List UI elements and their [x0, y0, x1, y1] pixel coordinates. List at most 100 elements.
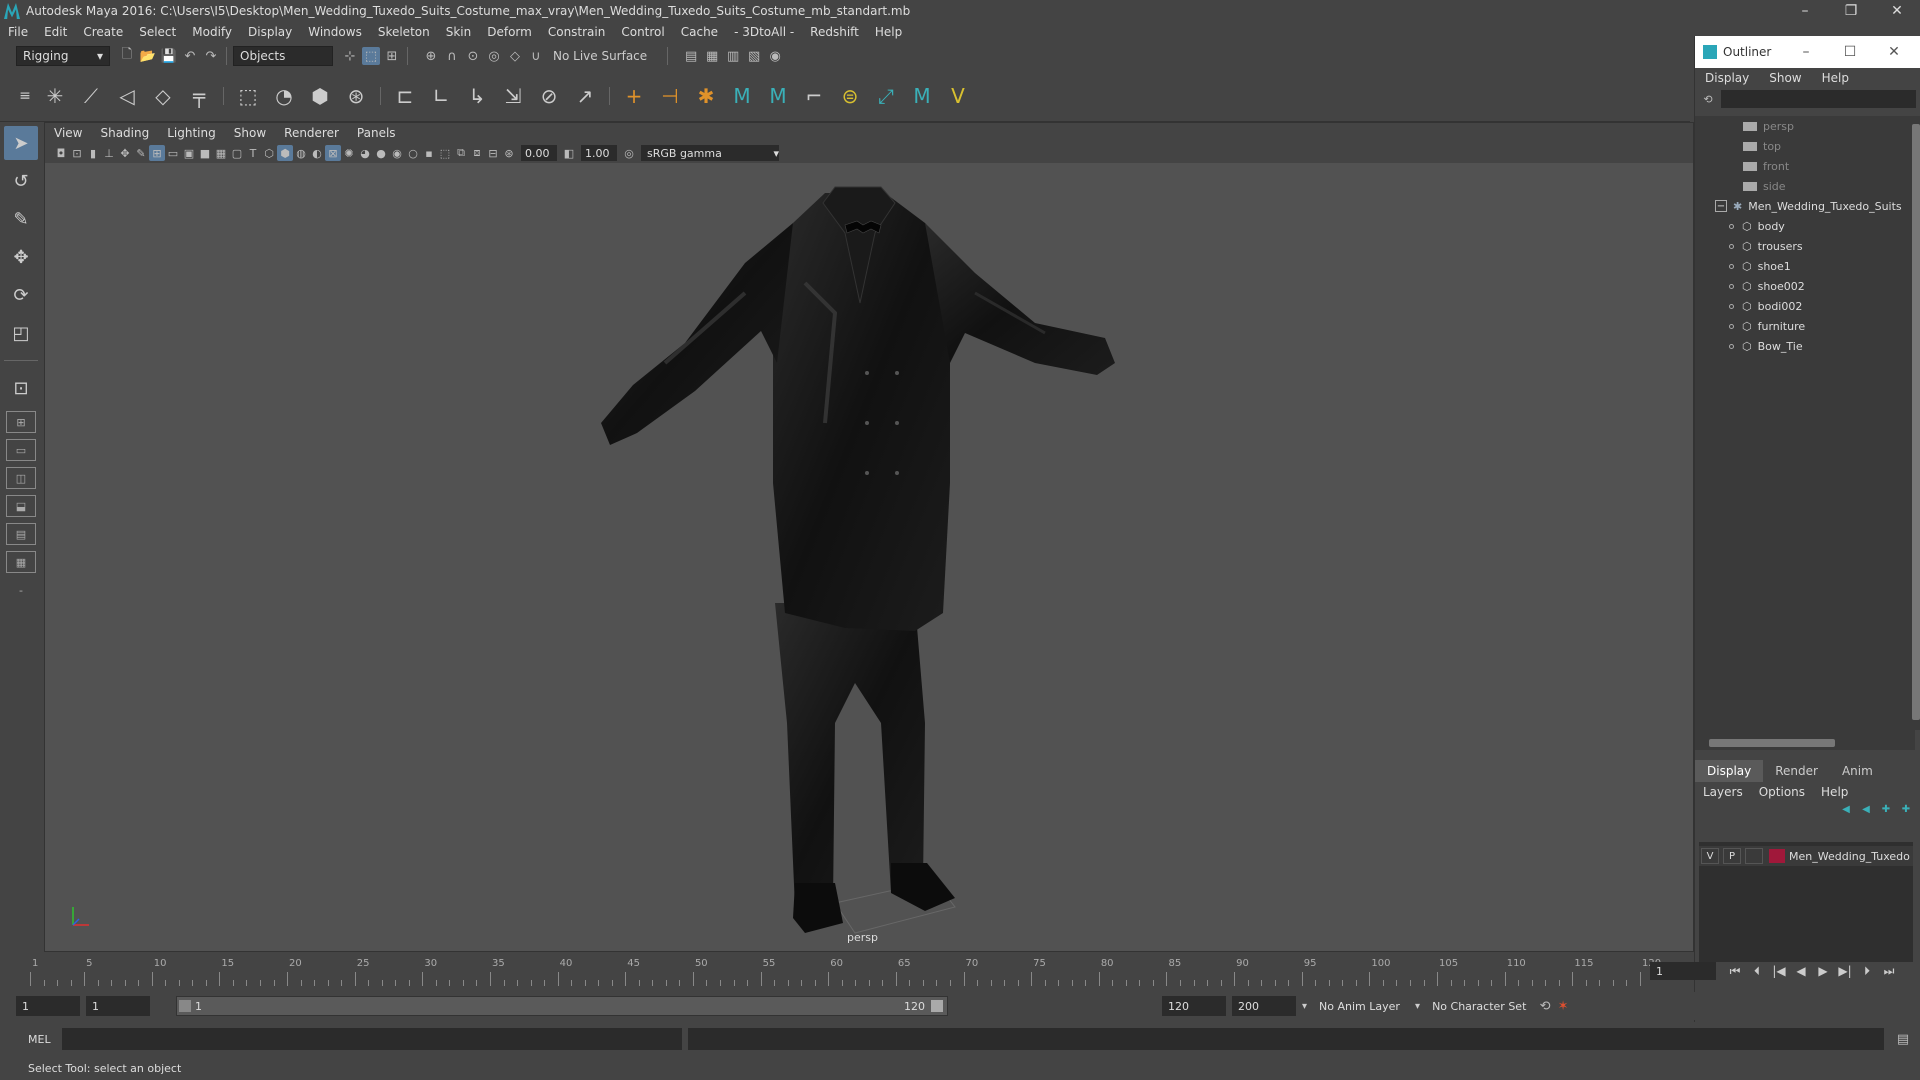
move-layer-up-icon[interactable]: ◀	[1839, 802, 1853, 816]
smooth-shade-icon[interactable]: ⬢	[277, 145, 293, 161]
outliner-item-front[interactable]: front	[1695, 156, 1915, 176]
depth-of-field-icon[interactable]: ▪	[421, 145, 437, 161]
anti-alias-icon[interactable]: ○	[405, 145, 421, 161]
outliner-item-side[interactable]: side	[1695, 176, 1915, 196]
chevron-down-icon[interactable]: ▾	[1415, 1001, 1420, 1012]
scale-tool-icon[interactable]: ◰	[4, 316, 38, 350]
outliner-item-body[interactable]: ⬡ body	[1695, 216, 1915, 236]
smooth-bind-icon[interactable]: ◔	[269, 81, 299, 111]
2d-pan-icon[interactable]: ✥	[117, 145, 133, 161]
menu-edit[interactable]: Edit	[36, 25, 75, 39]
save-scene-icon[interactable]: 💾	[160, 47, 178, 65]
rotate-tool-icon[interactable]: ⟳	[4, 278, 38, 312]
shadows-icon[interactable]: ◕	[357, 145, 373, 161]
maya-plugin-icon[interactable]: M	[727, 81, 757, 111]
play-forward-icon[interactable]: ▶	[1814, 962, 1832, 980]
maya-plugin-3-icon[interactable]: M	[907, 81, 937, 111]
orient-constraint-icon[interactable]: ↳	[462, 81, 492, 111]
grease-pencil-icon[interactable]: ✎	[133, 145, 149, 161]
motion-blur-icon[interactable]: ◉	[389, 145, 405, 161]
outliner-horizontal-scrollbar[interactable]	[1695, 736, 1915, 750]
rig-bone-icon[interactable]: ✱	[691, 81, 721, 111]
xray-joints-icon[interactable]: ⧈	[469, 145, 485, 161]
layout-four-view-icon[interactable]: ⊞	[6, 411, 36, 433]
parent-constraint-icon[interactable]: ⊘	[534, 81, 564, 111]
command-input[interactable]	[62, 1028, 682, 1050]
range-start-handle[interactable]	[179, 1000, 191, 1012]
layout-two-side-icon[interactable]: ◫	[6, 467, 36, 489]
snap-point-icon[interactable]: ⊙	[464, 47, 482, 65]
current-frame-field[interactable]: 1	[1650, 962, 1716, 980]
open-scene-icon[interactable]: 📂	[139, 47, 157, 65]
xray-components-icon[interactable]: ⊟	[485, 145, 501, 161]
command-language-label[interactable]: MEL	[0, 1033, 56, 1046]
step-forward-frame-icon[interactable]: ▶|	[1836, 962, 1854, 980]
anim-layer-dropdown[interactable]: No Anim Layer	[1313, 996, 1413, 1016]
collapse-toggle-icon[interactable]: −	[1715, 200, 1727, 212]
auto-key-icon[interactable]: ⟲	[1536, 997, 1554, 1015]
animation-start-field[interactable]: 1	[16, 996, 80, 1016]
select-hierarchy-icon[interactable]: ⊹	[341, 47, 359, 65]
scrollbar-thumb[interactable]	[1912, 124, 1920, 720]
wireframe-icon[interactable]: ⬡	[261, 145, 277, 161]
animation-end-field[interactable]: 200	[1232, 996, 1296, 1016]
aim-constraint-icon[interactable]: ∟	[426, 81, 456, 111]
paint-weights-icon[interactable]: ⊜	[835, 81, 865, 111]
render-view-icon[interactable]: ▧	[745, 47, 763, 65]
gamma-icon[interactable]: ◧	[561, 145, 577, 161]
bind-skin-icon[interactable]: ⬚	[233, 81, 263, 111]
gamma-field[interactable]: 1.00	[581, 145, 617, 161]
field-chart-icon[interactable]: ▦	[213, 145, 229, 161]
menu-skin[interactable]: Skin	[438, 25, 480, 39]
resolution-gate-icon[interactable]: ▣	[181, 145, 197, 161]
outliner-item-trousers[interactable]: ⬡ trousers	[1695, 236, 1915, 256]
range-slider[interactable]: 1 120	[176, 996, 948, 1016]
menu-3dtoall[interactable]: - 3DtoAll -	[726, 25, 802, 39]
range-end-handle[interactable]	[931, 1000, 943, 1012]
menu-set-dropdown[interactable]: Rigging ▾	[16, 46, 110, 66]
move-tool-icon[interactable]: ✥	[4, 240, 38, 274]
outliner-menu-display[interactable]: Display	[1695, 71, 1759, 85]
layer-menu-layers[interactable]: Layers	[1695, 785, 1751, 799]
viewport-menu-panels[interactable]: Panels	[348, 126, 405, 140]
chevron-down-icon[interactable]: ▾	[1302, 1001, 1307, 1012]
outliner-maximize-button[interactable]: ☐	[1828, 44, 1872, 60]
layout-graph-icon[interactable]: ▦	[6, 551, 36, 573]
lasso-tool-icon[interactable]: ↺	[4, 164, 38, 198]
textured-icon[interactable]: ⊠	[325, 145, 341, 161]
menu-windows[interactable]: Windows	[300, 25, 370, 39]
select-tool-icon[interactable]: ➤	[4, 126, 38, 160]
safe-title-icon[interactable]: T	[245, 145, 261, 161]
character-set-dropdown[interactable]: No Character Set	[1426, 996, 1536, 1016]
menu-help[interactable]: Help	[867, 25, 910, 39]
maya-plugin-2-icon[interactable]: M	[763, 81, 793, 111]
minimize-button[interactable]: –	[1782, 0, 1828, 22]
go-to-start-icon[interactable]: ⏮	[1726, 962, 1744, 980]
layer-row[interactable]: V P Men_Wedding_Tuxedo	[1699, 846, 1913, 866]
new-layer-icon[interactable]: ✚	[1879, 802, 1893, 816]
layer-color-swatch[interactable]	[1769, 849, 1785, 863]
layer-visibility-toggle[interactable]: V	[1701, 848, 1719, 864]
color-space-dropdown[interactable]: sRGB gamma ▾	[641, 145, 779, 161]
image-plane-icon[interactable]: ⊥	[101, 145, 117, 161]
brush-tool-icon[interactable]: ⤢	[871, 81, 901, 111]
gate-mask-icon[interactable]: ■	[197, 145, 213, 161]
snap-curve-icon[interactable]: ∩	[443, 47, 461, 65]
lights-icon[interactable]: ✺	[341, 145, 357, 161]
playback-start-field[interactable]: 1	[86, 996, 150, 1016]
snap-surface-icon[interactable]: ◇	[506, 47, 524, 65]
viewport-menu-renderer[interactable]: Renderer	[275, 126, 348, 140]
hypershade-icon[interactable]: ◉	[766, 47, 784, 65]
xray-icon[interactable]: ⧉	[453, 145, 469, 161]
outliner-minimize-button[interactable]: –	[1784, 44, 1828, 60]
shaded-wireframe-icon[interactable]: ◐	[309, 145, 325, 161]
insert-joint-icon[interactable]: ◇	[148, 81, 178, 111]
viewport-menu-view[interactable]: View	[45, 126, 91, 140]
safe-action-icon[interactable]: ▢	[229, 145, 245, 161]
outliner-item-top[interactable]: top	[1695, 136, 1915, 156]
menu-create[interactable]: Create	[75, 25, 131, 39]
camera-select-icon[interactable]: ◘	[53, 145, 69, 161]
anim-prefs-icon[interactable]: ✶	[1554, 997, 1572, 1015]
layout-outliner-icon[interactable]: ▤	[6, 523, 36, 545]
layout-single-view-icon[interactable]: ▭	[6, 439, 36, 461]
